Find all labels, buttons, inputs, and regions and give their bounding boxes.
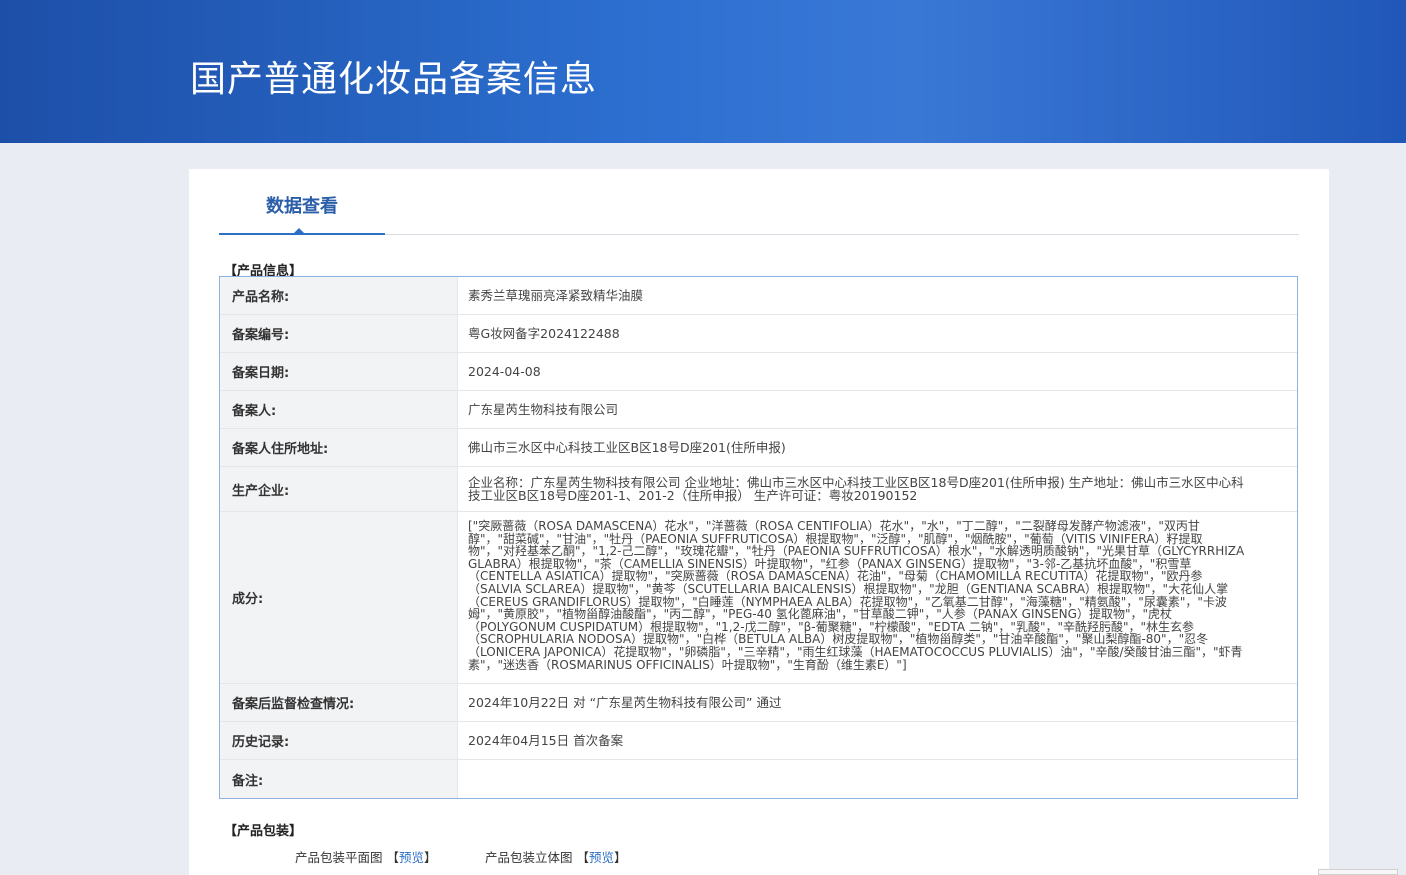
packaging-solid-label: 产品包装立体图 (485, 850, 573, 865)
preview-flat-link[interactable]: 预览 (399, 850, 424, 865)
table-row: 产品名称: 素秀兰草瑰丽亮泽紧致精华油膜 (220, 277, 1297, 315)
row-key: 备案人: (220, 391, 458, 428)
row-value: 2024年10月22日 对 “广东星芮生物科技有限公司” 通过 (468, 695, 782, 710)
bracket-open: 【 (576, 850, 590, 865)
content-card: 数据查看 【产品信息】 产品名称: 素秀兰草瑰丽亮泽紧致精华油膜 备案编号: 粤… (189, 169, 1329, 875)
row-value: 素秀兰草瑰丽亮泽紧致精华油膜 (468, 288, 644, 303)
row-value: 企业名称：广东星芮生物科技有限公司 企业地址：佛山市三水区中心科技工业区B区18… (468, 475, 1244, 503)
row-key: 成分: (220, 512, 458, 683)
product-info-table: 产品名称: 素秀兰草瑰丽亮泽紧致精华油膜 备案编号: 粤G妆网备字2024122… (219, 276, 1298, 799)
row-key: 备案编号: (220, 315, 458, 352)
row-value: 粤G妆网备字2024122488 (468, 326, 620, 341)
table-row: 成分: ["突厥蔷薇（ROSA DAMASCENA）花水"，"洋蔷薇（ROSA … (220, 512, 1297, 684)
bracket-close: 】 (614, 850, 627, 865)
packaging-flat-row: 产品包装平面图 【预览】 (295, 847, 437, 866)
row-value: 2024年04月15日 首次备案 (468, 733, 624, 748)
bracket-open: 【 (386, 850, 400, 865)
row-key: 历史记录: (220, 722, 458, 759)
row-value: 广东星芮生物科技有限公司 (468, 402, 619, 417)
table-row: 备案编号: 粤G妆网备字2024122488 (220, 315, 1297, 353)
packaging-solid-row: 产品包装立体图 【预览】 (485, 847, 627, 866)
page-header: 国产普通化妆品备案信息 (0, 0, 1406, 143)
section-title-packaging: 【产品包装】 (224, 824, 303, 839)
row-value (458, 760, 1297, 798)
table-row: 备案日期: 2024-04-08 (220, 353, 1297, 391)
tab-bar: 数据查看 (219, 183, 1299, 235)
table-row: 生产企业: 企业名称：广东星芮生物科技有限公司 企业地址：佛山市三水区中心科技工… (220, 467, 1297, 512)
table-row: 备案人: 广东星芮生物科技有限公司 (220, 391, 1297, 429)
tab-active-caret-icon (293, 228, 305, 234)
packaging-flat-label: 产品包装平面图 (295, 850, 383, 865)
row-value-ingredients: ["突厥蔷薇（ROSA DAMASCENA）花水"，"洋蔷薇（ROSA CENT… (468, 519, 1245, 672)
row-value: 佛山市三水区中心科技工业区B区18号D座201(住所申报) (468, 440, 786, 455)
row-value: 2024-04-08 (468, 364, 541, 379)
row-key: 产品名称: (220, 277, 458, 314)
table-row: 备案后监督检查情况: 2024年10月22日 对 “广东星芮生物科技有限公司” … (220, 684, 1297, 722)
bracket-close: 】 (424, 850, 437, 865)
preview-solid-link[interactable]: 预览 (589, 850, 614, 865)
scroll-indicator[interactable] (1318, 869, 1398, 875)
page-title: 国产普通化妆品备案信息 (190, 59, 598, 100)
row-key: 备注: (220, 760, 458, 798)
table-row: 备案人住所地址: 佛山市三水区中心科技工业区B区18号D座201(住所申报) (220, 429, 1297, 467)
row-key: 备案人住所地址: (220, 429, 458, 466)
row-key: 生产企业: (220, 467, 458, 511)
table-row: 历史记录: 2024年04月15日 首次备案 (220, 722, 1297, 760)
row-key: 备案日期: (220, 353, 458, 390)
table-row: 备注: (220, 760, 1297, 798)
row-key: 备案后监督检查情况: (220, 684, 458, 721)
